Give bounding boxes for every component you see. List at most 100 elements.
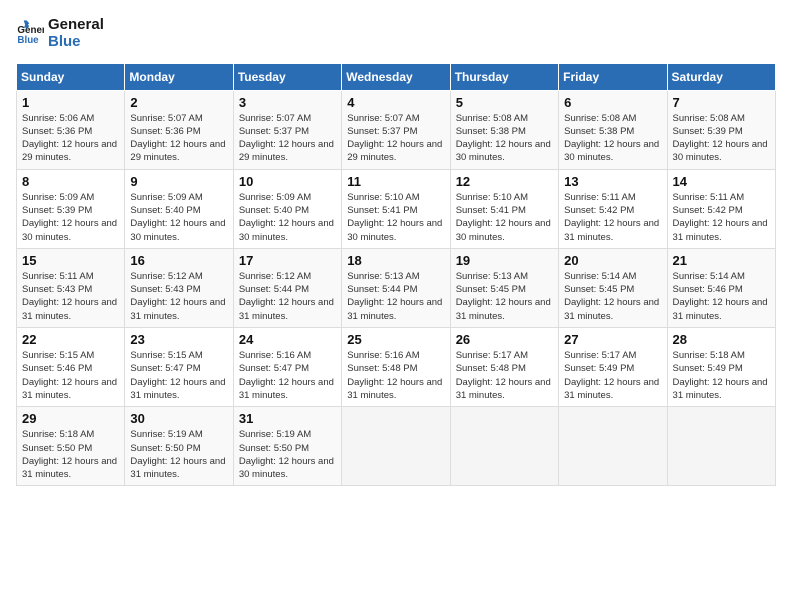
day-info: Sunrise: 5:18 AM Sunset: 5:50 PM Dayligh… [22, 428, 119, 481]
calendar-cell: 16 Sunrise: 5:12 AM Sunset: 5:43 PM Dayl… [125, 248, 233, 327]
day-info: Sunrise: 5:11 AM Sunset: 5:42 PM Dayligh… [673, 191, 770, 244]
day-number: 19 [456, 253, 553, 268]
page-header: General Blue General Blue [16, 16, 776, 51]
day-number: 20 [564, 253, 661, 268]
day-number: 29 [22, 411, 119, 426]
day-info: Sunrise: 5:11 AM Sunset: 5:42 PM Dayligh… [564, 191, 661, 244]
calendar-cell: 25 Sunrise: 5:16 AM Sunset: 5:48 PM Dayl… [342, 328, 450, 407]
calendar-cell: 23 Sunrise: 5:15 AM Sunset: 5:47 PM Dayl… [125, 328, 233, 407]
calendar-cell: 4 Sunrise: 5:07 AM Sunset: 5:37 PM Dayli… [342, 90, 450, 169]
calendar-cell [559, 407, 667, 486]
logo-text-blue: Blue [48, 33, 104, 50]
calendar-cell: 8 Sunrise: 5:09 AM Sunset: 5:39 PM Dayli… [17, 169, 125, 248]
day-number: 6 [564, 95, 661, 110]
day-number: 22 [22, 332, 119, 347]
day-number: 1 [22, 95, 119, 110]
day-number: 24 [239, 332, 336, 347]
day-number: 5 [456, 95, 553, 110]
calendar-cell: 10 Sunrise: 5:09 AM Sunset: 5:40 PM Dayl… [233, 169, 341, 248]
day-number: 2 [130, 95, 227, 110]
day-number: 4 [347, 95, 444, 110]
day-number: 16 [130, 253, 227, 268]
day-number: 23 [130, 332, 227, 347]
calendar-cell: 26 Sunrise: 5:17 AM Sunset: 5:48 PM Dayl… [450, 328, 558, 407]
col-header-sunday: Sunday [17, 63, 125, 90]
day-info: Sunrise: 5:07 AM Sunset: 5:37 PM Dayligh… [347, 112, 444, 165]
day-info: Sunrise: 5:08 AM Sunset: 5:38 PM Dayligh… [564, 112, 661, 165]
day-number: 8 [22, 174, 119, 189]
day-info: Sunrise: 5:15 AM Sunset: 5:47 PM Dayligh… [130, 349, 227, 402]
calendar-cell [450, 407, 558, 486]
day-number: 30 [130, 411, 227, 426]
day-number: 15 [22, 253, 119, 268]
day-number: 26 [456, 332, 553, 347]
day-number: 10 [239, 174, 336, 189]
calendar-cell: 18 Sunrise: 5:13 AM Sunset: 5:44 PM Dayl… [342, 248, 450, 327]
calendar-cell: 6 Sunrise: 5:08 AM Sunset: 5:38 PM Dayli… [559, 90, 667, 169]
day-info: Sunrise: 5:09 AM Sunset: 5:39 PM Dayligh… [22, 191, 119, 244]
day-info: Sunrise: 5:07 AM Sunset: 5:36 PM Dayligh… [130, 112, 227, 165]
day-info: Sunrise: 5:14 AM Sunset: 5:45 PM Dayligh… [564, 270, 661, 323]
calendar-cell: 29 Sunrise: 5:18 AM Sunset: 5:50 PM Dayl… [17, 407, 125, 486]
calendar-cell: 15 Sunrise: 5:11 AM Sunset: 5:43 PM Dayl… [17, 248, 125, 327]
calendar-cell: 17 Sunrise: 5:12 AM Sunset: 5:44 PM Dayl… [233, 248, 341, 327]
calendar-table: SundayMondayTuesdayWednesdayThursdayFrid… [16, 63, 776, 487]
col-header-friday: Friday [559, 63, 667, 90]
day-number: 28 [673, 332, 770, 347]
day-info: Sunrise: 5:09 AM Sunset: 5:40 PM Dayligh… [130, 191, 227, 244]
day-info: Sunrise: 5:15 AM Sunset: 5:46 PM Dayligh… [22, 349, 119, 402]
calendar-cell: 30 Sunrise: 5:19 AM Sunset: 5:50 PM Dayl… [125, 407, 233, 486]
day-number: 11 [347, 174, 444, 189]
day-info: Sunrise: 5:14 AM Sunset: 5:46 PM Dayligh… [673, 270, 770, 323]
day-number: 14 [673, 174, 770, 189]
day-number: 9 [130, 174, 227, 189]
calendar-cell: 2 Sunrise: 5:07 AM Sunset: 5:36 PM Dayli… [125, 90, 233, 169]
calendar-cell: 13 Sunrise: 5:11 AM Sunset: 5:42 PM Dayl… [559, 169, 667, 248]
day-number: 21 [673, 253, 770, 268]
day-info: Sunrise: 5:11 AM Sunset: 5:43 PM Dayligh… [22, 270, 119, 323]
calendar-cell: 3 Sunrise: 5:07 AM Sunset: 5:37 PM Dayli… [233, 90, 341, 169]
col-header-wednesday: Wednesday [342, 63, 450, 90]
day-info: Sunrise: 5:10 AM Sunset: 5:41 PM Dayligh… [347, 191, 444, 244]
day-number: 3 [239, 95, 336, 110]
logo-icon: General Blue [16, 19, 44, 47]
day-number: 7 [673, 95, 770, 110]
day-number: 31 [239, 411, 336, 426]
col-header-thursday: Thursday [450, 63, 558, 90]
col-header-monday: Monday [125, 63, 233, 90]
day-info: Sunrise: 5:16 AM Sunset: 5:47 PM Dayligh… [239, 349, 336, 402]
calendar-cell: 31 Sunrise: 5:19 AM Sunset: 5:50 PM Dayl… [233, 407, 341, 486]
day-info: Sunrise: 5:10 AM Sunset: 5:41 PM Dayligh… [456, 191, 553, 244]
day-info: Sunrise: 5:16 AM Sunset: 5:48 PM Dayligh… [347, 349, 444, 402]
calendar-cell: 7 Sunrise: 5:08 AM Sunset: 5:39 PM Dayli… [667, 90, 775, 169]
calendar-cell [667, 407, 775, 486]
day-info: Sunrise: 5:12 AM Sunset: 5:44 PM Dayligh… [239, 270, 336, 323]
day-info: Sunrise: 5:09 AM Sunset: 5:40 PM Dayligh… [239, 191, 336, 244]
calendar-cell: 5 Sunrise: 5:08 AM Sunset: 5:38 PM Dayli… [450, 90, 558, 169]
day-info: Sunrise: 5:08 AM Sunset: 5:39 PM Dayligh… [673, 112, 770, 165]
col-header-saturday: Saturday [667, 63, 775, 90]
calendar-cell: 20 Sunrise: 5:14 AM Sunset: 5:45 PM Dayl… [559, 248, 667, 327]
calendar-cell [342, 407, 450, 486]
calendar-cell: 28 Sunrise: 5:18 AM Sunset: 5:49 PM Dayl… [667, 328, 775, 407]
svg-text:Blue: Blue [17, 35, 39, 46]
day-number: 17 [239, 253, 336, 268]
day-info: Sunrise: 5:08 AM Sunset: 5:38 PM Dayligh… [456, 112, 553, 165]
day-info: Sunrise: 5:06 AM Sunset: 5:36 PM Dayligh… [22, 112, 119, 165]
day-info: Sunrise: 5:13 AM Sunset: 5:44 PM Dayligh… [347, 270, 444, 323]
day-number: 13 [564, 174, 661, 189]
day-info: Sunrise: 5:07 AM Sunset: 5:37 PM Dayligh… [239, 112, 336, 165]
calendar-cell: 9 Sunrise: 5:09 AM Sunset: 5:40 PM Dayli… [125, 169, 233, 248]
day-number: 12 [456, 174, 553, 189]
logo-text-general: General [48, 16, 104, 33]
calendar-cell: 22 Sunrise: 5:15 AM Sunset: 5:46 PM Dayl… [17, 328, 125, 407]
calendar-cell: 19 Sunrise: 5:13 AM Sunset: 5:45 PM Dayl… [450, 248, 558, 327]
day-info: Sunrise: 5:19 AM Sunset: 5:50 PM Dayligh… [239, 428, 336, 481]
calendar-cell: 1 Sunrise: 5:06 AM Sunset: 5:36 PM Dayli… [17, 90, 125, 169]
calendar-cell: 21 Sunrise: 5:14 AM Sunset: 5:46 PM Dayl… [667, 248, 775, 327]
day-number: 27 [564, 332, 661, 347]
day-info: Sunrise: 5:17 AM Sunset: 5:48 PM Dayligh… [456, 349, 553, 402]
calendar-cell: 12 Sunrise: 5:10 AM Sunset: 5:41 PM Dayl… [450, 169, 558, 248]
day-info: Sunrise: 5:13 AM Sunset: 5:45 PM Dayligh… [456, 270, 553, 323]
day-info: Sunrise: 5:12 AM Sunset: 5:43 PM Dayligh… [130, 270, 227, 323]
